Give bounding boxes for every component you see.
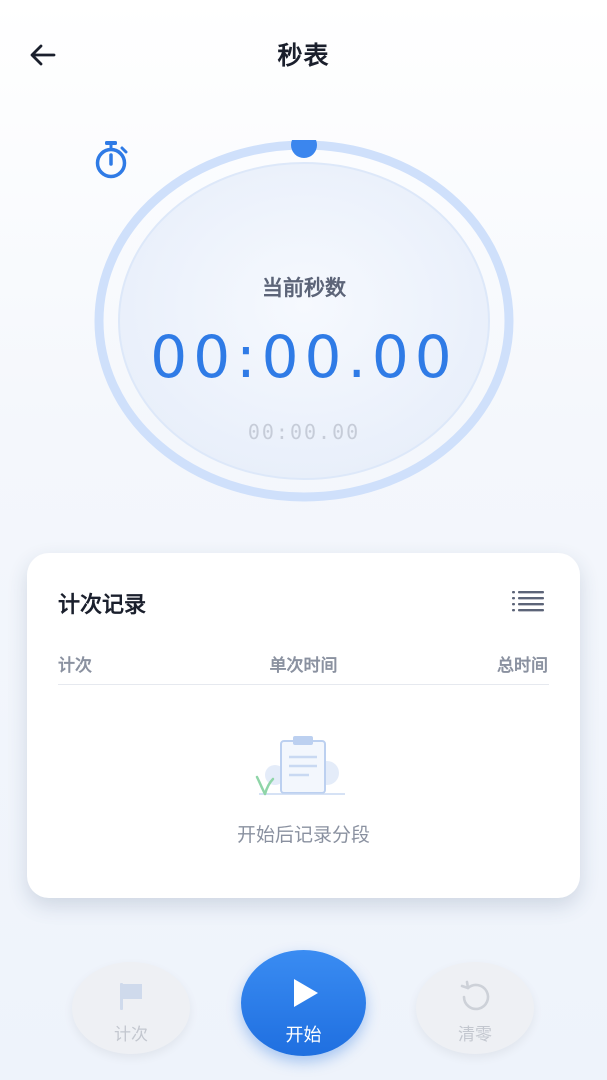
secondary-time-display: 00:00.00 [247, 420, 361, 444]
flag-icon [120, 983, 142, 1010]
reset-button[interactable]: 清零 [416, 962, 534, 1054]
timer-label: 当前秒数 [262, 276, 346, 300]
page-title: 秒表 [277, 41, 330, 70]
dial-ring [94, 140, 514, 502]
app-header: 秒表 [0, 0, 607, 110]
stopwatch-dial: 当前秒数 00:00.00 00:00.00 [92, 140, 516, 502]
lap-button[interactable]: 计次 [72, 962, 190, 1054]
list-icon[interactable] [512, 589, 544, 615]
play-icon [294, 979, 318, 1007]
start-button[interactable]: 开始 [241, 950, 366, 1056]
column-header-total-time: 总时间 [497, 656, 548, 676]
empty-clipboard-icon [255, 736, 345, 796]
start-button-label: 开始 [285, 1025, 322, 1046]
lap-records-title: 计次记录 [58, 593, 147, 618]
divider [58, 684, 549, 685]
stopwatch-icon [95, 141, 128, 179]
progress-knob [291, 140, 317, 158]
empty-state-text: 开始后记录分段 [236, 824, 370, 846]
reset-button-label: 清零 [458, 1025, 492, 1045]
reset-icon [460, 980, 490, 1011]
lap-button-label: 计次 [114, 1025, 148, 1045]
lap-records-card: 计次记录 计次 单次时间 总时间 开始后记录分段 [27, 553, 580, 898]
main-time-display: 00:00.00 [150, 323, 458, 391]
